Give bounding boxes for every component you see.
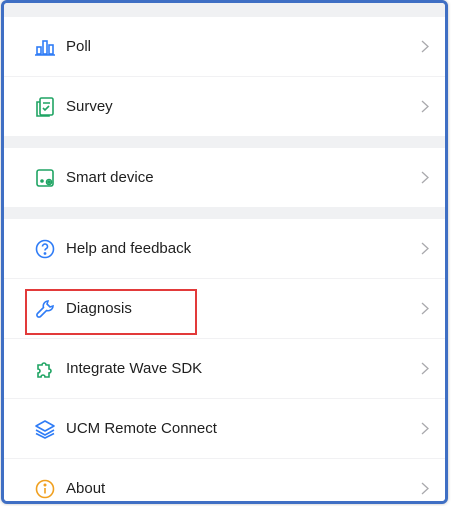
chevron-right-icon: [419, 481, 431, 497]
menu-item-label: Survey: [66, 98, 113, 115]
list-top-divider: [4, 3, 445, 17]
chevron-right-icon: [419, 241, 431, 257]
chevron-right-icon: [419, 39, 431, 55]
menu-item-label: Poll: [66, 38, 92, 55]
menu-item-diagnosis[interactable]: Diagnosis: [4, 278, 445, 338]
menu-item-about[interactable]: About: [4, 458, 445, 501]
menu-item-integrate-wave-sdk[interactable]: Integrate Wave SDK: [4, 338, 445, 398]
settings-panel: Poll Survey Smart device Help and feedba…: [1, 0, 448, 504]
menu-item-label: Diagnosis: [66, 300, 132, 317]
menu-item-smart-device[interactable]: Smart device: [4, 148, 445, 207]
group-divider: [4, 207, 445, 219]
menu-item-poll[interactable]: Poll: [4, 17, 445, 76]
layers-icon: [33, 417, 57, 441]
menu-item-label: Integrate Wave SDK: [66, 360, 203, 377]
menu-item-ucm-remote-connect[interactable]: UCM Remote Connect: [4, 398, 445, 458]
menu-item-label: UCM Remote Connect: [66, 420, 217, 437]
settings-menu-list: Poll Survey Smart device Help and feedba…: [4, 3, 445, 501]
bar-chart-icon: [33, 35, 57, 59]
menu-item-label: Help and feedback: [66, 240, 192, 257]
info-circle-icon: [33, 477, 57, 501]
wrench-icon: [33, 297, 57, 321]
group-divider: [4, 136, 445, 148]
help-circle-icon: [33, 237, 57, 261]
smart-device-icon: [33, 166, 57, 190]
chevron-right-icon: [419, 421, 431, 437]
chevron-right-icon: [419, 99, 431, 115]
chevron-right-icon: [419, 301, 431, 317]
menu-item-label: About: [66, 480, 106, 497]
menu-item-label: Smart device: [66, 169, 154, 186]
menu-item-help-and-feedback[interactable]: Help and feedback: [4, 219, 445, 278]
puzzle-icon: [33, 357, 57, 381]
chevron-right-icon: [419, 361, 431, 377]
chevron-right-icon: [419, 170, 431, 186]
menu-item-survey[interactable]: Survey: [4, 76, 445, 136]
survey-form-icon: [33, 95, 57, 119]
